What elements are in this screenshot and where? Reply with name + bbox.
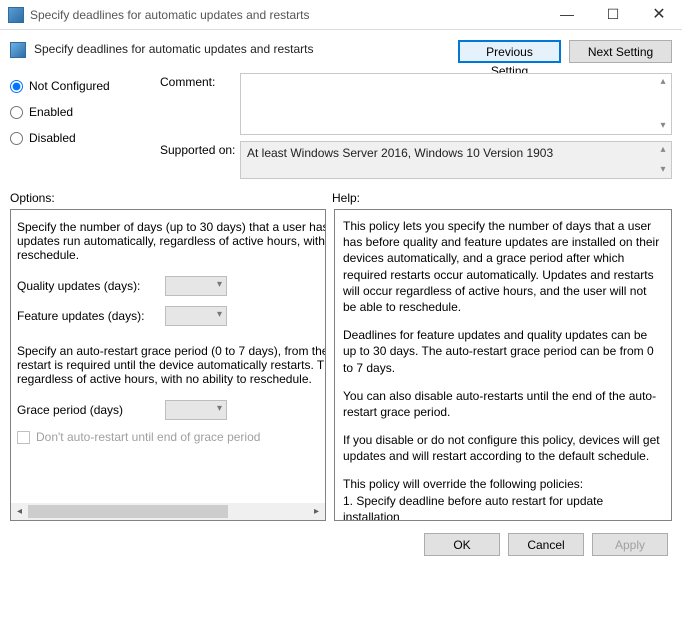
not-configured-label: Not Configured bbox=[29, 79, 110, 93]
apply-button[interactable]: Apply bbox=[592, 533, 668, 556]
grace-intro-text: Specify an auto-restart grace period (0 … bbox=[17, 344, 326, 386]
help-p1: This policy lets you specify the number … bbox=[343, 218, 663, 315]
comment-textarea[interactable]: ▴ ▾ bbox=[240, 73, 672, 135]
footer: OK Cancel Apply bbox=[0, 521, 682, 568]
help-p2: Deadlines for feature updates and qualit… bbox=[343, 327, 663, 376]
options-h-scrollbar[interactable]: ◂ ▸ bbox=[11, 503, 325, 520]
scroll-right-icon[interactable]: ▸ bbox=[308, 503, 325, 520]
dont-auto-restart-checkbox[interactable] bbox=[17, 431, 30, 444]
scroll-left-icon[interactable]: ◂ bbox=[11, 503, 28, 520]
supported-on-value: At least Windows Server 2016, Windows 10… bbox=[240, 141, 672, 179]
disabled-radio[interactable] bbox=[10, 132, 23, 145]
scrollbar-thumb[interactable] bbox=[28, 505, 228, 518]
state-radio-group: Not Configured Enabled Disabled bbox=[10, 73, 160, 179]
dont-auto-restart-label: Don't auto-restart until end of grace pe… bbox=[36, 430, 260, 444]
minimize-button[interactable]: — bbox=[544, 0, 590, 29]
title-bar: Specify deadlines for automatic updates … bbox=[0, 0, 682, 30]
help-p5: This policy will override the following … bbox=[343, 476, 663, 492]
maximize-button[interactable]: ☐ bbox=[590, 0, 636, 29]
enabled-label: Enabled bbox=[29, 105, 73, 119]
feature-updates-label: Feature updates (days): bbox=[17, 309, 157, 323]
disabled-label: Disabled bbox=[29, 131, 76, 145]
options-label: Options: bbox=[10, 191, 322, 205]
enabled-radio[interactable] bbox=[10, 106, 23, 119]
not-configured-radio[interactable] bbox=[10, 80, 23, 93]
cancel-button[interactable]: Cancel bbox=[508, 533, 584, 556]
feature-updates-combo[interactable] bbox=[165, 306, 227, 326]
close-button[interactable]: ✕ bbox=[636, 0, 682, 29]
quality-updates-combo[interactable] bbox=[165, 276, 227, 296]
help-label: Help: bbox=[332, 191, 360, 205]
quality-updates-label: Quality updates (days): bbox=[17, 279, 157, 293]
options-pane: Specify the number of days (up to 30 day… bbox=[10, 209, 326, 521]
previous-setting-button[interactable]: Previous Setting bbox=[458, 40, 561, 63]
grace-period-label: Grace period (days) bbox=[17, 403, 157, 417]
scroll-down-icon[interactable]: ▾ bbox=[657, 164, 669, 176]
config-row: Not Configured Enabled Disabled Comment:… bbox=[0, 69, 682, 179]
scroll-up-icon[interactable]: ▴ bbox=[657, 76, 669, 88]
scroll-up-icon[interactable]: ▴ bbox=[657, 144, 669, 156]
supported-on-text: At least Windows Server 2016, Windows 10… bbox=[247, 146, 553, 160]
help-l1: 1. Specify deadline before auto restart … bbox=[343, 493, 663, 521]
help-pane: This policy lets you specify the number … bbox=[334, 209, 672, 521]
help-p4: If you disable or do not configure this … bbox=[343, 432, 663, 464]
policy-icon bbox=[10, 42, 26, 58]
supported-on-label: Supported on: bbox=[160, 141, 240, 157]
window-title: Specify deadlines for automatic updates … bbox=[30, 8, 544, 22]
comment-label: Comment: bbox=[160, 73, 240, 89]
scroll-down-icon[interactable]: ▾ bbox=[657, 120, 669, 132]
app-icon bbox=[8, 7, 24, 23]
grace-period-combo[interactable] bbox=[165, 400, 227, 420]
options-intro-text: Specify the number of days (up to 30 day… bbox=[17, 220, 326, 262]
help-p3: You can also disable auto-restarts until… bbox=[343, 388, 663, 420]
policy-subtitle: Specify deadlines for automatic updates … bbox=[34, 40, 458, 56]
header-row: Specify deadlines for automatic updates … bbox=[0, 30, 682, 69]
next-setting-button[interactable]: Next Setting bbox=[569, 40, 672, 63]
ok-button[interactable]: OK bbox=[424, 533, 500, 556]
